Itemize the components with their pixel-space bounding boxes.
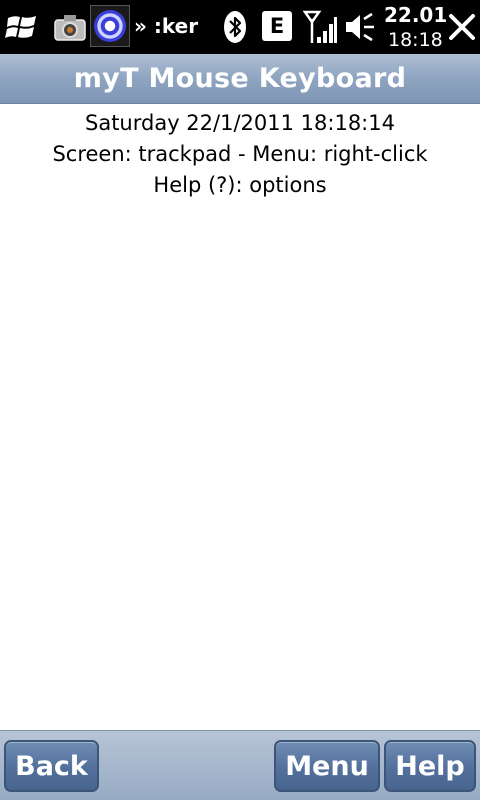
screen-info-text: Screen: trackpad - Menu: right-click bbox=[52, 142, 428, 166]
help-button[interactable]: Help bbox=[384, 740, 476, 792]
menu-button[interactable]: Menu bbox=[274, 740, 380, 792]
signal-strength-icon bbox=[302, 8, 338, 46]
volume-icon[interactable] bbox=[342, 9, 380, 45]
clock-time: 18:18 bbox=[388, 29, 443, 51]
network-type-icon: E bbox=[262, 11, 292, 41]
clock-date: 22.01 bbox=[384, 3, 448, 27]
overflow-label[interactable]: » :ker bbox=[134, 12, 198, 40]
bluetooth-icon bbox=[218, 8, 252, 46]
clock[interactable]: 22.01 18:18 bbox=[384, 0, 448, 54]
title-bar: myT Mouse Keyboard bbox=[0, 54, 480, 104]
camera-icon[interactable] bbox=[52, 11, 88, 43]
close-icon[interactable] bbox=[444, 9, 480, 45]
status-bar: » :ker E 22.01 18:18 bbox=[0, 0, 480, 54]
app-title: myT Mouse Keyboard bbox=[73, 63, 407, 94]
windows-start-icon[interactable] bbox=[4, 9, 40, 45]
app-disc-icon[interactable] bbox=[90, 5, 130, 47]
main-content: Saturday 22/1/2011 18:18:14 Screen: trac… bbox=[0, 108, 480, 201]
softkey-bar: Back Menu Help bbox=[0, 730, 480, 800]
back-button[interactable]: Back bbox=[4, 740, 99, 792]
datetime-text: Saturday 22/1/2011 18:18:14 bbox=[85, 111, 395, 135]
help-info-text: Help (?): options bbox=[153, 173, 327, 197]
